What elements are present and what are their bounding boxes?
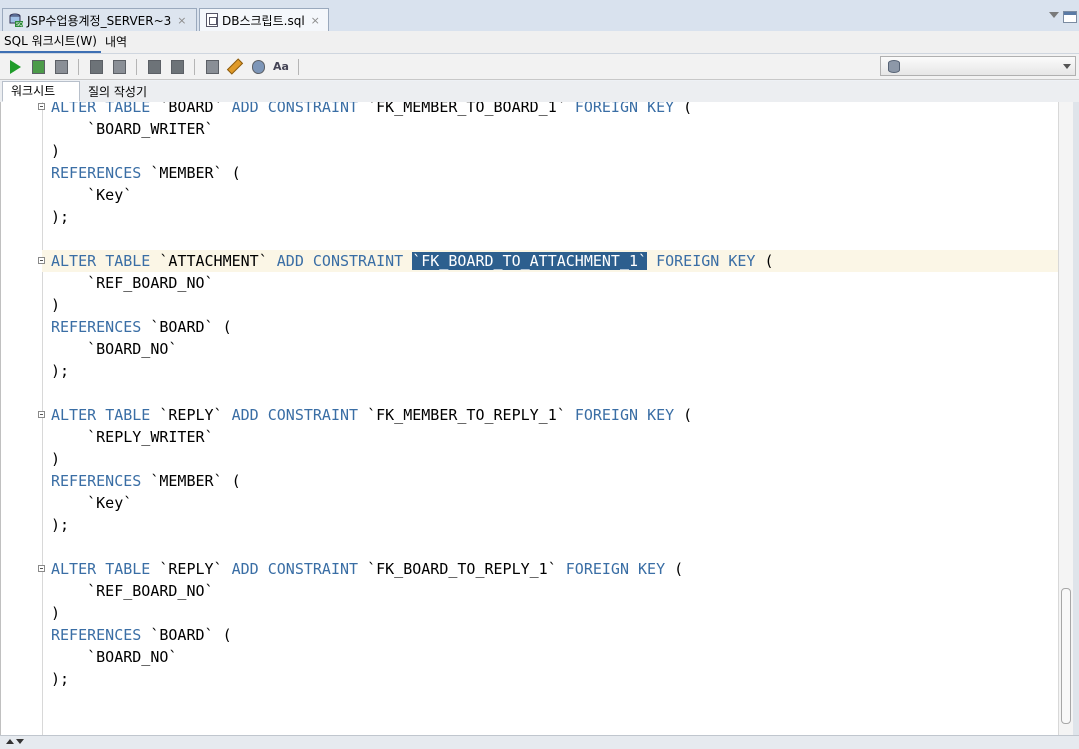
code-line[interactable]: REFERENCES `MEMBER` ( [51, 162, 241, 184]
code-line[interactable]: `BOARD_NO` [51, 646, 177, 668]
code-line[interactable]: ALTER TABLE `BOARD` ADD CONSTRAINT `FK_M… [51, 102, 692, 118]
code-line[interactable]: `REPLY_WRITER` [51, 426, 213, 448]
svg-text:SQL: SQL [16, 22, 23, 27]
tab-connection-close-icon[interactable]: × [177, 14, 186, 27]
code-line[interactable]: `REF_BOARD_NO` [51, 580, 213, 602]
unshared-sql-icon[interactable] [203, 58, 221, 76]
code-line[interactable]: ALTER TABLE `REPLY` ADD CONSTRAINT `FK_B… [51, 558, 683, 580]
code-line[interactable]: `BOARD_NO` [51, 338, 177, 360]
autotrace-icon[interactable] [52, 58, 70, 76]
tab-history[interactable]: 내역 [101, 32, 131, 52]
code-line[interactable]: ) [51, 602, 60, 624]
tab-query-builder[interactable]: 질의 작성기 [80, 83, 155, 102]
fold-toggle-icon[interactable] [38, 565, 45, 572]
code-line[interactable]: ) [51, 140, 60, 162]
editor-gutter [42, 102, 43, 735]
fold-toggle-icon[interactable] [38, 257, 45, 264]
commit-icon[interactable] [145, 58, 163, 76]
code-line[interactable]: `BOARD_WRITER` [51, 118, 213, 140]
maximize-icon[interactable] [1063, 11, 1077, 23]
toolbar-separator [194, 58, 195, 75]
tab-connection[interactable]: SQL JSP수업용계정_SERVER~3 × [2, 8, 197, 31]
toolbar-separator [136, 58, 137, 75]
code-line[interactable]: ); [51, 514, 69, 536]
code-line[interactable]: REFERENCES `BOARD` ( [51, 624, 232, 646]
run-statement-icon[interactable] [6, 58, 24, 76]
document-tab-strip: SQL JSP수업용계정_SERVER~3 × DB스크립트.sql × [0, 0, 1079, 32]
history-icon[interactable] [249, 58, 267, 76]
chevron-down-icon[interactable] [1063, 64, 1071, 69]
selected-text[interactable]: `FK_BOARD_TO_ATTACHMENT_1` [412, 252, 648, 270]
code-line[interactable]: ); [51, 360, 69, 382]
database-icon [888, 60, 900, 73]
code-line[interactable]: ) [51, 294, 60, 316]
editor-mode-tabs: 워크시트 질의 작성기 [0, 81, 1079, 103]
code-line[interactable]: ); [51, 206, 69, 228]
tab-sql-file-close-icon[interactable]: × [311, 14, 320, 27]
fold-toggle-icon[interactable] [38, 411, 45, 418]
tab-sql-worksheet[interactable]: SQL 워크시트(W) [0, 31, 101, 53]
code-line[interactable]: `Key` [51, 492, 132, 514]
right-panel-edge [1073, 102, 1079, 735]
code-line[interactable]: ); [51, 668, 69, 690]
sql-file-icon [206, 13, 218, 27]
tab-sql-file[interactable]: DB스크립트.sql × [199, 8, 329, 31]
sql-editor[interactable]: ALTER TABLE `BOARD` ADD CONSTRAINT `FK_M… [0, 102, 1079, 735]
worksheet-subtabs: SQL 워크시트(W) 내역 [0, 31, 1079, 54]
clear-icon[interactable] [226, 58, 244, 76]
editor-status-bar [0, 735, 1079, 749]
format-icon[interactable]: Aa [272, 58, 290, 76]
code-line[interactable]: ALTER TABLE `ATTACHMENT` ADD CONSTRAINT … [51, 250, 774, 272]
tab-connection-label: JSP수업용계정_SERVER~3 [27, 13, 172, 28]
tab-list-dropdown-icon[interactable] [1049, 12, 1059, 18]
run-script-icon[interactable] [29, 58, 47, 76]
vertical-scrollbar[interactable] [1058, 102, 1073, 735]
toolbar-separator [298, 58, 299, 75]
scroll-down-icon[interactable] [16, 739, 24, 744]
sql-tuning-icon[interactable] [110, 58, 128, 76]
scrollbar-thumb[interactable] [1061, 588, 1071, 724]
fold-toggle-icon[interactable] [38, 103, 45, 110]
code-line[interactable]: ALTER TABLE `REPLY` ADD CONSTRAINT `FK_M… [51, 404, 692, 426]
explain-plan-icon[interactable] [87, 58, 105, 76]
database-connection-icon: SQL [9, 13, 26, 28]
code-line[interactable]: ) [51, 448, 60, 470]
code-line[interactable]: `REF_BOARD_NO` [51, 272, 213, 294]
code-line[interactable]: `Key` [51, 184, 132, 206]
tab-sql-file-label: DB스크립트.sql [222, 13, 305, 28]
code-line[interactable]: REFERENCES `MEMBER` ( [51, 470, 241, 492]
toolbar-separator [78, 58, 79, 75]
tab-worksheet[interactable]: 워크시트 [2, 81, 80, 102]
scroll-up-icon[interactable] [6, 739, 14, 744]
code-line[interactable]: REFERENCES `BOARD` ( [51, 316, 232, 338]
rollback-icon[interactable] [168, 58, 186, 76]
connection-select[interactable] [880, 56, 1076, 76]
